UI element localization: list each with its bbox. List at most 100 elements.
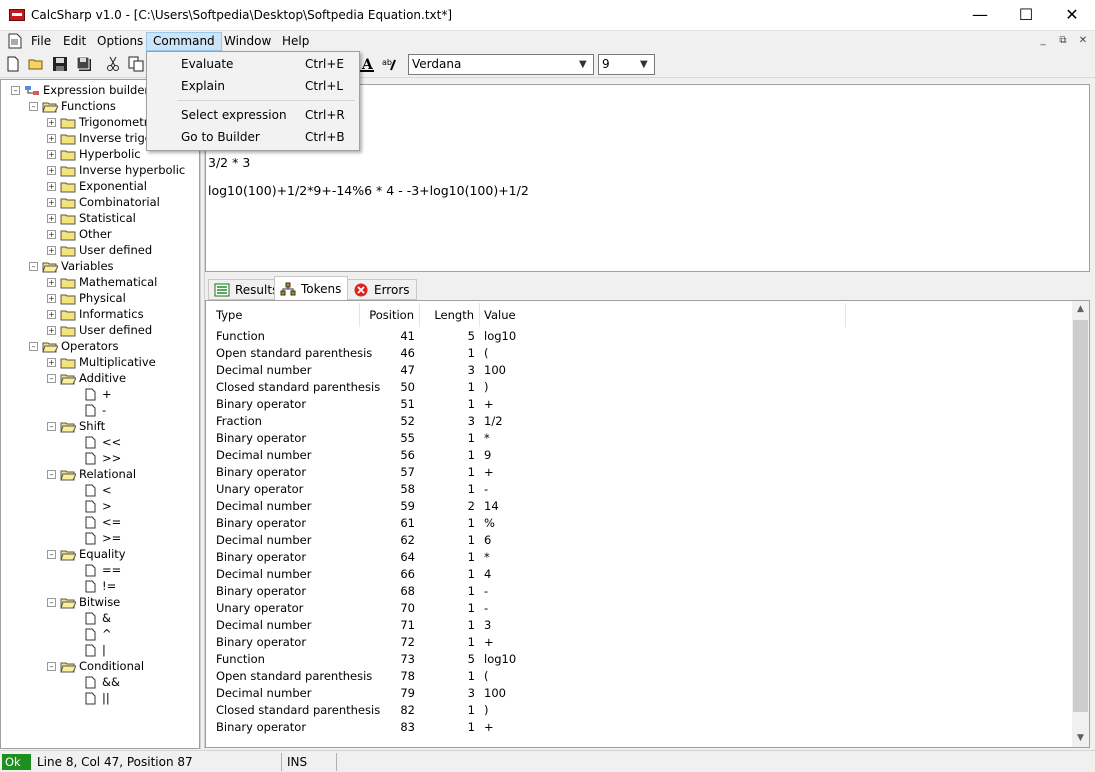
expand-icon[interactable]: + <box>47 198 56 207</box>
collapse-icon[interactable]: – <box>29 342 38 351</box>
tree-node-conditional[interactable]: – Conditional <box>47 658 144 674</box>
tree-leaf-less-equal[interactable]: <= <box>85 514 121 530</box>
table-row[interactable]: Binary operator 57 1 + <box>206 464 1066 481</box>
mdi-close-button[interactable]: ✕ <box>1075 34 1091 48</box>
menu-item-go-to-builder[interactable]: Go to Builder Ctrl+B <box>147 127 359 148</box>
collapse-icon[interactable]: – <box>47 470 56 479</box>
cut-icon[interactable] <box>105 56 121 72</box>
menu-options[interactable]: Options <box>91 32 149 51</box>
tree-item-user-defined-functions[interactable]: + User defined <box>47 242 152 258</box>
table-row[interactable]: Open standard parenthesis 78 1 ( <box>206 668 1066 685</box>
close-button[interactable]: ✕ <box>1049 0 1095 30</box>
tree-item-exponential[interactable]: + Exponential <box>47 178 147 194</box>
table-row[interactable]: Closed standard parenthesis 82 1) <box>206 702 1066 719</box>
maximize-button[interactable]: ☐ <box>1003 0 1049 30</box>
tree-item-statistical[interactable]: + Statistical <box>47 210 136 226</box>
table-row[interactable]: Function 73 5 log10 <box>206 651 1066 668</box>
scroll-thumb[interactable] <box>1073 320 1088 712</box>
column-header-type[interactable]: Type <box>212 303 360 327</box>
table-row[interactable]: Binary operator 68 1- <box>206 583 1066 600</box>
table-row[interactable]: Binary operator 72 1 + <box>206 634 1066 651</box>
tree-node-operators[interactable]: – Operators <box>29 338 118 354</box>
minimize-button[interactable]: — <box>957 0 1003 30</box>
tree-item-user-defined-variables[interactable]: + User defined <box>47 322 152 338</box>
menu-window[interactable]: Window <box>218 32 277 51</box>
table-row[interactable]: Fraction 52 3 1/2 <box>206 413 1066 430</box>
expand-icon[interactable]: + <box>47 150 56 159</box>
tree-item-hyperbolic[interactable]: + Hyperbolic <box>47 146 141 162</box>
tree-item-other[interactable]: + Other <box>47 226 112 242</box>
tree-leaf-logical-or[interactable]: || <box>85 690 110 706</box>
collapse-icon[interactable]: – <box>47 550 56 559</box>
collapse-icon[interactable]: – <box>29 262 38 271</box>
expand-icon[interactable]: + <box>47 118 56 127</box>
tree-node-additive[interactable]: – Additive <box>47 370 126 386</box>
tab-tokens[interactable]: Tokens <box>274 276 349 301</box>
menu-edit[interactable]: Edit <box>57 32 92 51</box>
tree-leaf-bitwise-xor[interactable]: ^ <box>85 626 112 642</box>
table-row[interactable]: Decimal number 59 2 14 <box>206 498 1066 515</box>
menu-item-select-expression[interactable]: Select expression Ctrl+R <box>147 105 359 126</box>
table-row[interactable]: Binary operator 61 1% <box>206 515 1066 532</box>
tree-leaf-shift-left[interactable]: << <box>85 434 121 450</box>
tree-leaf-bitwise-or[interactable]: | <box>85 642 106 658</box>
font-family-select[interactable]: Verdana ▼ <box>408 54 594 75</box>
tree-root[interactable]: – Expression builder <box>11 82 149 98</box>
save-all-icon[interactable] <box>76 56 92 72</box>
table-row[interactable]: Binary operator 55 1 * <box>206 430 1066 447</box>
tree-leaf-less-than[interactable]: < <box>85 482 112 498</box>
scroll-up-icon[interactable]: ▲ <box>1072 301 1089 318</box>
tree-leaf-plus[interactable]: + <box>85 386 112 402</box>
font-color-icon[interactable]: A <box>359 56 375 72</box>
tree-node-relational[interactable]: – Relational <box>47 466 136 482</box>
highlight-icon[interactable]: ab <box>381 56 397 72</box>
expand-icon[interactable]: + <box>47 134 56 143</box>
tree-leaf-minus[interactable]: - <box>85 402 106 418</box>
table-row[interactable]: Decimal number 56 1 9 <box>206 447 1066 464</box>
tree-item-inverse-trigon[interactable]: + Inverse trigon <box>47 130 159 146</box>
table-row[interactable]: Decimal number 71 1 3 <box>206 617 1066 634</box>
tree-item-multiplicative[interactable]: + Multiplicative <box>47 354 156 370</box>
column-header-length[interactable]: Length <box>420 303 480 327</box>
expand-icon[interactable]: + <box>47 326 56 335</box>
collapse-icon[interactable]: – <box>11 86 20 95</box>
tree-item-inverse-hyperbolic[interactable]: + Inverse hyperbolic <box>47 162 185 178</box>
table-row[interactable]: Unary operator 70 1- <box>206 600 1066 617</box>
column-header-value[interactable]: Value <box>480 303 846 327</box>
collapse-icon[interactable]: – <box>47 374 56 383</box>
tokens-table[interactable]: Type Position Length Value Function 41 5 lo… <box>205 300 1090 748</box>
menu-command[interactable]: Command <box>146 32 222 51</box>
tree-item-mathematical[interactable]: + Mathematical <box>47 274 157 290</box>
column-header-position[interactable]: Position <box>360 303 420 327</box>
menu-item-explain[interactable]: Explain Ctrl+L <box>147 76 359 97</box>
table-row[interactable]: Binary operator 83 1 + <box>206 719 1066 736</box>
tree-leaf-not-equal[interactable]: != <box>85 578 116 594</box>
tree-leaf-bitwise-and[interactable]: & <box>85 610 111 626</box>
mdi-minimize-button[interactable]: _ <box>1035 34 1051 48</box>
vertical-scrollbar[interactable]: ▲ ▼ <box>1072 301 1089 747</box>
menu-help[interactable]: Help <box>276 32 315 51</box>
scroll-down-icon[interactable]: ▼ <box>1072 730 1089 747</box>
tree-item-physical[interactable]: + Physical <box>47 290 126 306</box>
tab-errors[interactable]: Errors <box>347 279 417 300</box>
table-row[interactable]: Open standard parenthesis 46 1 ( <box>206 345 1066 362</box>
menu-item-evaluate[interactable]: Evaluate Ctrl+E <box>147 54 359 75</box>
table-row[interactable]: Binary operator 51 1 + <box>206 396 1066 413</box>
copy-icon[interactable] <box>128 56 144 72</box>
expand-icon[interactable]: + <box>47 246 56 255</box>
expand-icon[interactable]: + <box>47 230 56 239</box>
font-size-select[interactable]: 9 ▼ <box>598 54 655 75</box>
tree-leaf-logical-and[interactable]: && <box>85 674 120 690</box>
table-row[interactable]: Binary operator 64 1 * <box>206 549 1066 566</box>
table-row[interactable]: Function 41 5 log10 <box>206 328 1066 345</box>
expand-icon[interactable]: + <box>47 294 56 303</box>
table-row[interactable]: Decimal number 66 1 4 <box>206 566 1066 583</box>
tree-item-trigonometric[interactable]: + Trigonometric <box>47 114 158 130</box>
tree-node-functions[interactable]: – Functions <box>29 98 116 114</box>
collapse-icon[interactable]: – <box>47 662 56 671</box>
table-row[interactable]: Decimal number 62 1 6 <box>206 532 1066 549</box>
table-row[interactable]: Unary operator 58 1- <box>206 481 1066 498</box>
open-folder-icon[interactable] <box>28 56 44 72</box>
tree-item-informatics[interactable]: + Informatics <box>47 306 144 322</box>
expand-icon[interactable]: + <box>47 214 56 223</box>
